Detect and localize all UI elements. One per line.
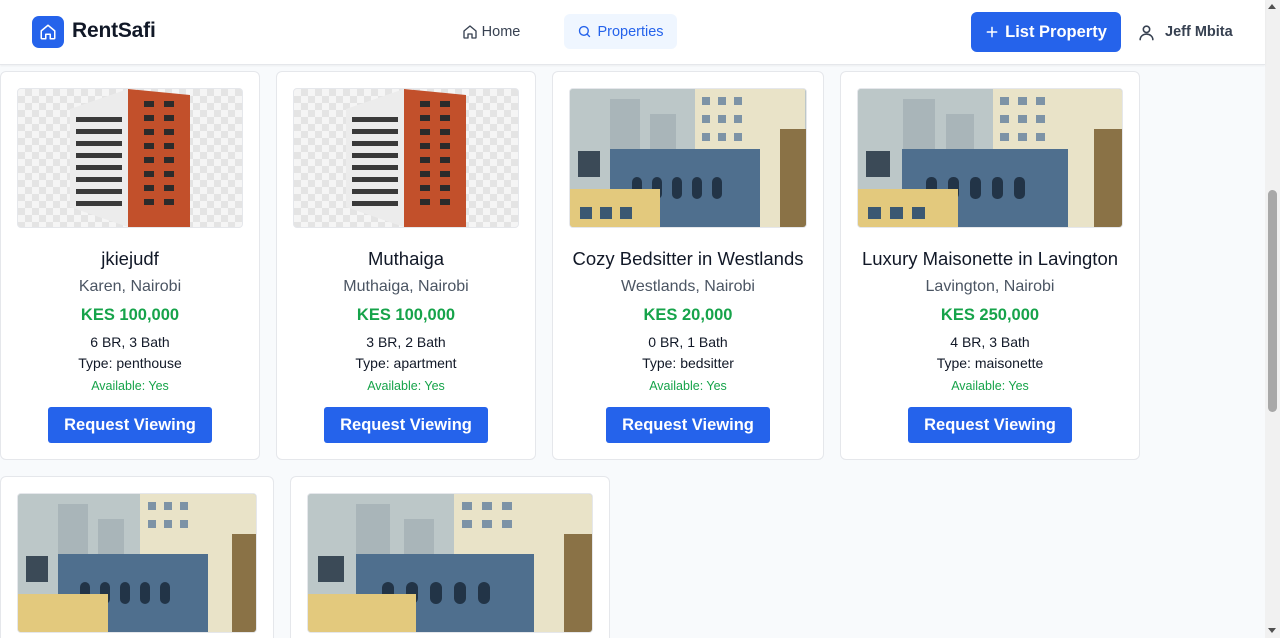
property-price: KES 100,000: [356, 306, 456, 324]
property-availability: Available: Yes: [91, 379, 169, 393]
property-price: KES 250,000: [940, 306, 1040, 324]
property-availability: Available: Yes: [367, 379, 445, 393]
property-location: Karen, Nairobi: [78, 278, 182, 295]
scroll-up-arrow-icon[interactable]: [1268, 4, 1276, 9]
page-scrollbar[interactable]: [1265, 0, 1280, 638]
property-type: Type: apartment: [355, 355, 457, 371]
property-card: Muthaiga Muthaiga, Nairobi KES 100,000 3…: [276, 71, 536, 460]
property-card: [0, 476, 274, 638]
property-availability: Available: Yes: [649, 379, 727, 393]
property-card: [290, 476, 610, 638]
property-card: Cozy Bedsitter in Westlands Westlands, N…: [552, 71, 824, 460]
logo[interactable]: [32, 16, 64, 48]
property-title: Cozy Bedsitter in Westlands: [572, 248, 804, 269]
property-rooms: 6 BR, 3 Bath: [90, 334, 170, 350]
property-type: Type: bedsitter: [642, 355, 734, 371]
property-image: [293, 88, 519, 228]
user-icon: [1139, 24, 1154, 40]
property-availability: Available: Yes: [951, 379, 1029, 393]
request-viewing-button[interactable]: Request Viewing: [324, 407, 488, 443]
property-rooms: 4 BR, 3 Bath: [950, 334, 1030, 350]
property-card: Luxury Maisonette in Lavington Lavington…: [840, 71, 1140, 460]
property-location: Westlands, Nairobi: [621, 278, 755, 295]
request-viewing-button[interactable]: Request Viewing: [606, 407, 770, 443]
top-navbar: RentSafi Home Properties List Property J…: [0, 0, 1265, 65]
property-card: jkiejudf Karen, Nairobi KES 100,000 6 BR…: [0, 71, 260, 460]
scroll-down-arrow-icon[interactable]: [1268, 628, 1276, 633]
nav-home[interactable]: Home: [453, 15, 529, 49]
property-image: [17, 88, 243, 228]
user-name: Jeff Mbita: [1165, 24, 1233, 40]
request-viewing-button[interactable]: Request Viewing: [908, 407, 1072, 443]
property-title: jkiejudf: [101, 248, 159, 269]
property-image: [569, 88, 807, 228]
user-menu[interactable]: Jeff Mbita: [1137, 20, 1233, 44]
list-property-button[interactable]: List Property: [971, 12, 1121, 52]
scrollbar-thumb[interactable]: [1268, 190, 1277, 412]
property-image: [857, 88, 1123, 228]
property-location: Muthaiga, Nairobi: [343, 278, 469, 295]
property-image: [17, 493, 257, 633]
property-price: KES 20,000: [643, 306, 733, 324]
nav-properties-label: Properties: [597, 23, 664, 40]
nav-home-label: Home: [481, 24, 521, 40]
property-type: Type: maisonette: [936, 355, 1044, 371]
nav-properties[interactable]: Properties: [564, 14, 677, 49]
property-price: KES 100,000: [80, 306, 180, 324]
property-title: Muthaiga: [367, 248, 445, 269]
property-type: Type: penthouse: [78, 355, 182, 371]
property-title: Luxury Maisonette in Lavington: [861, 248, 1119, 269]
property-rooms: 3 BR, 2 Bath: [366, 334, 446, 350]
property-image: [307, 493, 593, 633]
search-icon: [579, 25, 591, 38]
plus-icon: [986, 26, 998, 38]
home-icon: [40, 24, 56, 40]
request-viewing-button[interactable]: Request Viewing: [48, 407, 212, 443]
home-icon: [462, 25, 477, 39]
brand-name[interactable]: RentSafi: [72, 19, 156, 43]
property-rooms: 0 BR, 1 Bath: [648, 334, 728, 350]
list-property-label: List Property: [1005, 22, 1107, 41]
property-location: Lavington, Nairobi: [925, 278, 1055, 295]
